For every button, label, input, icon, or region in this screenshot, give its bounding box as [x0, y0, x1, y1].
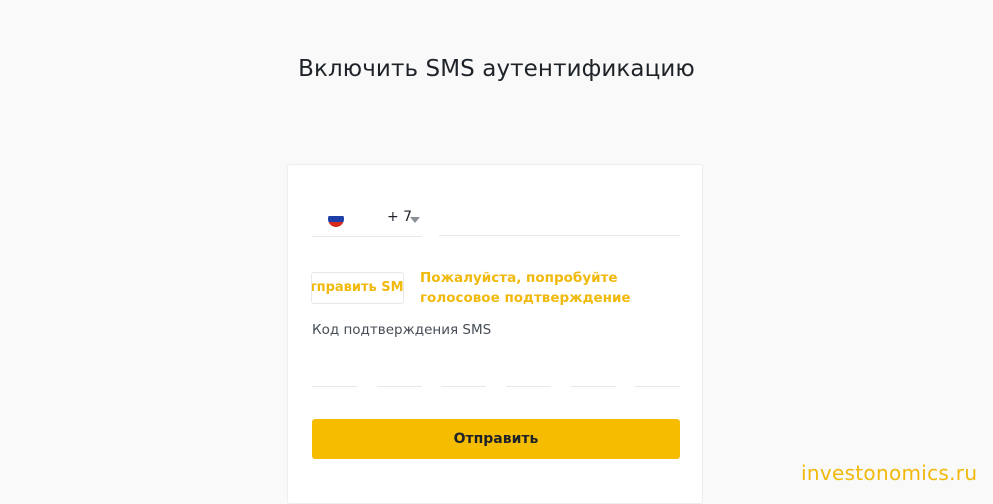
submit-button[interactable]: Отправить	[312, 419, 680, 459]
chevron-down-icon	[410, 217, 420, 223]
phone-number-input[interactable]	[439, 203, 680, 236]
voice-verification-hint: Пожалуйста, попробуйте голосовое подтвер…	[420, 270, 631, 306]
code-digit-6[interactable]	[635, 370, 680, 387]
dial-code: + 7	[387, 209, 413, 225]
send-sms-label: Отправить SMS	[312, 280, 404, 295]
watermark: investonomics.ru	[801, 461, 978, 485]
country-code-select[interactable]: + 7	[312, 203, 422, 237]
code-digit-3[interactable]	[441, 370, 486, 387]
page-title: Включить SMS аутентификацию	[298, 56, 695, 82]
sms-auth-card: + 7 Отправить SMS Пожалуйста, попробуйте…	[287, 164, 703, 504]
send-sms-button[interactable]: Отправить SMS	[311, 272, 404, 304]
sms-code-label: Код подтверждения SMS	[312, 322, 492, 338]
code-digit-5[interactable]	[571, 370, 616, 387]
code-digit-4[interactable]	[506, 370, 551, 387]
code-digit-1[interactable]	[312, 370, 357, 387]
code-digit-2[interactable]	[377, 370, 422, 387]
russia-flag-icon	[328, 211, 344, 227]
